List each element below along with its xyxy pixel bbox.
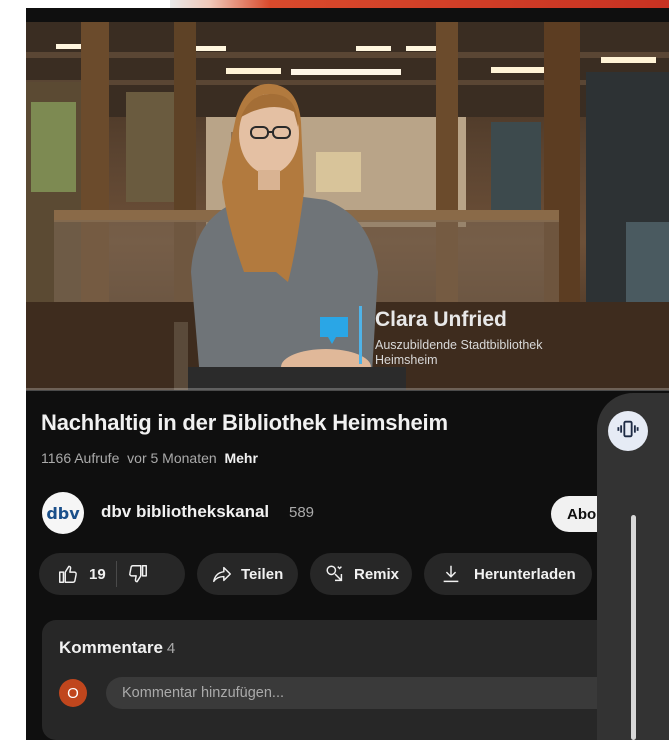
upload-age: vor 5 Monaten <box>127 450 217 466</box>
channel-name[interactable]: dbv bibliothekskanal <box>101 502 269 522</box>
channel-avatar[interactable]: dbv <box>42 492 84 534</box>
video-meta[interactable]: 1166 Aufrufe vor 5 Monaten Mehr <box>41 450 258 466</box>
download-icon <box>440 563 462 585</box>
subscriber-count: 589 <box>289 504 315 521</box>
remix-button[interactable]: Remix <box>310 553 412 595</box>
share-button[interactable]: Teilen <box>197 553 298 595</box>
lower-third-accent-bar <box>359 306 362 364</box>
volume-slider-track[interactable] <box>631 515 636 740</box>
comments-count: 4 <box>166 640 176 657</box>
vibrate-icon <box>617 418 639 445</box>
download-button[interactable]: Herunterladen <box>424 553 592 595</box>
video-progress-bar[interactable] <box>26 388 669 391</box>
download-label: Herunterladen <box>474 565 576 583</box>
like-divider <box>115 561 117 587</box>
like-dislike-group: 19 <box>39 553 185 595</box>
comments-header: Kommentare 4 <box>59 638 175 658</box>
more-link[interactable]: Mehr <box>224 450 257 466</box>
remix-icon <box>324 563 346 585</box>
comments-panel[interactable]: Kommentare 4 O Kommentar hinzufügen... <box>42 620 666 740</box>
like-count[interactable]: 19 <box>89 566 106 583</box>
comment-input[interactable]: Kommentar hinzufügen... <box>106 677 666 709</box>
remix-label: Remix <box>354 565 400 583</box>
left-margin <box>0 8 26 740</box>
thumb-up-icon[interactable] <box>57 563 79 585</box>
video-title: Nachhaltig in der Bibliothek Heimsheim <box>41 410 448 435</box>
share-arrow-icon <box>211 563 233 585</box>
lower-third-subtitle: Auszubildende Stadtbibliothek Heimsheim <box>375 338 543 367</box>
video-player[interactable]: Clara Unfried Auszubildende Stadtbibliot… <box>26 22 669 390</box>
video-frame-scene <box>26 22 669 390</box>
vibrate-button[interactable] <box>608 411 648 451</box>
lower-third-name: Clara Unfried <box>375 308 507 331</box>
side-overlay-panel <box>597 393 669 740</box>
thumb-down-icon[interactable] <box>127 563 149 585</box>
user-avatar: O <box>59 679 87 707</box>
youtube-app: Clara Unfried Auszubildende Stadtbibliot… <box>26 8 669 740</box>
view-count: 1166 Aufrufe <box>41 450 120 466</box>
share-label: Teilen <box>241 565 284 583</box>
comments-title: Kommentare <box>59 638 163 657</box>
